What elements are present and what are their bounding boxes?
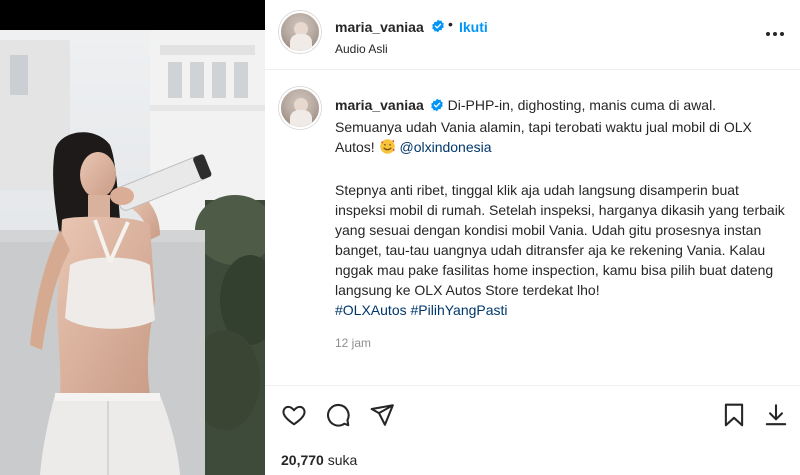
caption-author-avatar[interactable]: [279, 87, 321, 129]
author-username[interactable]: maria_vaniaa: [335, 19, 424, 35]
post-timestamp[interactable]: 12 jam: [335, 336, 371, 350]
post-caption-section: maria_vaniaa Di-PHP-in, dighosting, mani…: [265, 71, 800, 371]
smiling-face-with-hearts-emoji: [379, 138, 396, 160]
more-options-icon[interactable]: [765, 24, 785, 42]
caption-paragraph-1: maria_vaniaa Di-PHP-in, dighosting, mani…: [335, 95, 785, 160]
caption-paragraph-2-text: Stepnya anti ribet, tinggal klik aja uda…: [335, 182, 785, 298]
hashtag-link[interactable]: #PilihYangPasti: [411, 302, 508, 318]
mention-link[interactable]: @olxindonesia: [399, 139, 491, 155]
bookmark-icon[interactable]: [721, 402, 749, 430]
likes-number: 20,770: [281, 452, 324, 468]
post-detail-panel: maria_vaniaa • Ikuti Audio Asli maria_va…: [265, 0, 800, 475]
post-header: maria_vaniaa • Ikuti Audio Asli: [265, 0, 800, 70]
likes-suffix: suka: [327, 452, 358, 468]
heart-icon[interactable]: [281, 402, 309, 430]
likes-count[interactable]: 20,770 suka: [281, 452, 357, 468]
paper-plane-icon[interactable]: [369, 402, 397, 430]
caption-paragraph-2: Stepnya anti ribet, tinggal klik aja uda…: [335, 180, 785, 320]
audio-label[interactable]: Audio Asli: [335, 42, 388, 56]
caption-username[interactable]: maria_vaniaa: [335, 97, 424, 113]
author-avatar[interactable]: [279, 11, 321, 53]
follow-button[interactable]: Ikuti: [459, 19, 488, 35]
caption-text: maria_vaniaa Di-PHP-in, dighosting, mani…: [335, 95, 785, 320]
verified-badge-icon: [430, 97, 444, 117]
verified-badge-icon: [431, 19, 445, 38]
download-icon[interactable]: [763, 402, 791, 430]
header-separator: •: [448, 16, 453, 32]
post-media-video[interactable]: [0, 0, 265, 475]
hashtag-link[interactable]: #OLXAutos: [335, 302, 407, 318]
comment-icon[interactable]: [325, 402, 353, 430]
video-frame: [0, 0, 265, 475]
post-actions-bar: 20,770 suka: [265, 385, 800, 475]
